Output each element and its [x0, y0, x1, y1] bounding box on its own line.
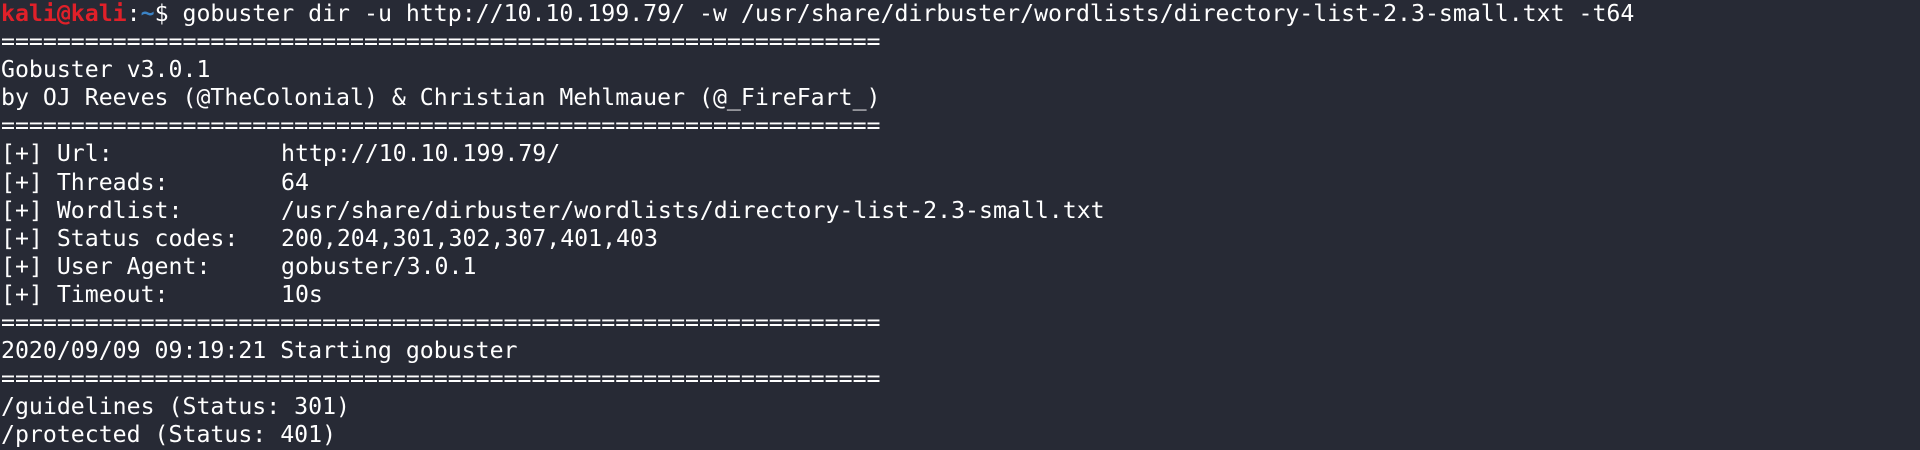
- result-line: /protected (Status: 401): [1, 421, 337, 449]
- config-label: [+] Url:: [1, 140, 113, 168]
- divider: ========================================…: [1, 309, 881, 337]
- config-value: 64: [281, 168, 309, 196]
- prompt-user: kali@kali: [1, 0, 127, 27]
- config-value: /usr/share/dirbuster/wordlists/directory…: [281, 196, 1105, 224]
- terminal-window[interactable]: kali@kali:~$ gobuster dir -u http://10.1…: [0, 0, 1920, 450]
- banner-authors: by OJ Reeves (@TheColonial) & Christian …: [1, 84, 881, 112]
- config-row: [+] Timeout: 10s: [1, 281, 1920, 309]
- prompt-separator: :: [126, 0, 141, 27]
- config-row: [+] Wordlist: /usr/share/dirbuster/wordli…: [1, 197, 1920, 225]
- prompt-symbol: $: [154, 0, 183, 27]
- prompt-path: ~: [140, 0, 155, 27]
- command-text: gobuster dir -u http://10.10.199.79/ -w …: [182, 0, 1635, 27]
- config-row: [+] Url: http://10.10.199.79/: [1, 140, 1920, 168]
- config-label: [+] User Agent:: [1, 252, 211, 280]
- config-label: [+] Timeout:: [1, 280, 169, 308]
- divider: ========================================…: [1, 28, 881, 56]
- config-label: [+] Wordlist:: [1, 196, 183, 224]
- start-message: 2020/09/09 09:19:21 Starting gobuster: [1, 337, 518, 365]
- config-label: [+] Threads:: [1, 168, 169, 196]
- config-value: 10s: [281, 280, 323, 308]
- config-value: gobuster/3.0.1: [281, 252, 477, 280]
- config-row: [+] User Agent: gobuster/3.0.1: [1, 253, 1920, 281]
- config-row: [+] Status codes: 200,204,301,302,307,401…: [1, 225, 1920, 253]
- config-value: http://10.10.199.79/: [281, 140, 561, 168]
- result-line: /guidelines (Status: 301): [1, 393, 351, 421]
- config-label: [+] Status codes:: [1, 224, 239, 252]
- banner-title: Gobuster v3.0.1: [1, 56, 211, 84]
- command-line: kali@kali:~$ gobuster dir -u http://10.1…: [1, 0, 1920, 28]
- divider: ========================================…: [1, 365, 881, 393]
- config-value: 200,204,301,302,307,401,403: [281, 224, 658, 252]
- config-row: [+] Threads: 64: [1, 169, 1920, 197]
- divider: ========================================…: [1, 112, 881, 140]
